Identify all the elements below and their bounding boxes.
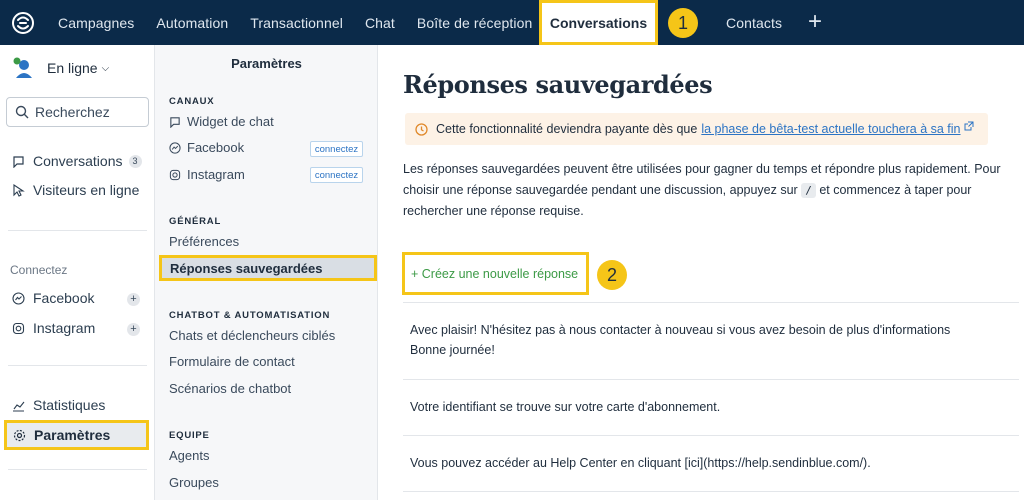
search-icon	[15, 105, 29, 119]
sidebar-item-label: Visiteurs en ligne	[33, 182, 140, 198]
sidebar-item-visitors[interactable]: Visiteurs en ligne	[12, 182, 139, 198]
section-chatbot: CHATBOT & AUTOMATISATION	[169, 310, 331, 321]
saved-reply-item[interactable]: Votre identifiant se trouve sur votre ca…	[410, 397, 720, 417]
page-title: Réponses sauvegardées	[403, 70, 713, 99]
nav-campagnes[interactable]: Campagnes	[46, 0, 145, 45]
sidebar-item-conversations[interactable]: Conversations 3	[12, 153, 142, 169]
agent-avatar-icon	[13, 57, 35, 79]
sidebar-item-label: Facebook	[33, 290, 95, 306]
slash-shortcut-key: /	[801, 183, 816, 198]
sidebar-item-label: Paramètres	[34, 427, 111, 443]
search-input[interactable]: Recherchez	[6, 97, 149, 127]
external-link-icon[interactable]	[964, 121, 974, 131]
gear-icon	[13, 429, 26, 441]
settings-item-label: Facebook	[187, 140, 245, 155]
connect-facebook-button[interactable]: connectez	[310, 141, 363, 157]
nav-conversations[interactable]: Conversations	[539, 0, 658, 45]
divider	[8, 365, 147, 366]
clock-icon	[415, 122, 428, 136]
settings-item-label: Widget de chat	[187, 114, 274, 129]
conversations-count-badge: 3	[128, 154, 142, 168]
sidebar-item-label: Statistiques	[33, 397, 106, 413]
create-reply-button[interactable]: + Créez une nouvelle réponse	[402, 252, 589, 295]
settings-item-label: Instagram	[187, 167, 245, 182]
status-label: En ligne	[47, 60, 98, 76]
beta-phase-link[interactable]: la phase de bêta-test actuelle touchera …	[701, 122, 960, 136]
chart-line-icon	[13, 401, 25, 412]
settings-item-facebook[interactable]: Facebook	[169, 140, 244, 155]
saved-reply-item[interactable]: Avec plaisir! N'hésitez pas à nous conta…	[410, 320, 950, 360]
search-placeholder: Recherchez	[35, 104, 110, 120]
settings-item-chats-triggers[interactable]: Chats et déclencheurs ciblés	[169, 328, 335, 343]
sidebar-item-label: Instagram	[33, 320, 96, 336]
settings-item-widget[interactable]: Widget de chat	[169, 114, 274, 129]
beta-notice: Cette fonctionnalité deviendra payante d…	[405, 113, 988, 145]
section-general: GÉNÉRAL	[169, 216, 222, 227]
settings-panel: Paramètres CANAUX Widget de chat Faceboo…	[155, 45, 378, 500]
section-channels: CANAUX	[169, 96, 215, 107]
settings-item-chatbot-scenarios[interactable]: Scénarios de chatbot	[169, 381, 291, 396]
saved-reply-text: Avec plaisir! N'hésitez pas à nous conta…	[410, 323, 951, 337]
sidebar-item-settings[interactable]: Paramètres	[4, 420, 149, 450]
add-instagram-icon[interactable]: +	[127, 323, 140, 336]
nav-chat[interactable]: Chat	[354, 0, 406, 45]
settings-item-groups[interactable]: Groupes	[169, 475, 219, 490]
divider	[403, 379, 1019, 380]
divider	[403, 435, 1019, 436]
nav-inbox[interactable]: Boîte de réception	[406, 0, 543, 45]
cursor-icon	[13, 183, 25, 197]
divider	[8, 469, 147, 470]
sidebar-item-label: Conversations	[33, 153, 123, 169]
step-marker-2: 2	[597, 260, 627, 290]
notice-text: Cette fonctionnalité deviendra payante d…	[436, 122, 698, 136]
top-nav: Campagnes Automation Transactionnel Chat…	[0, 0, 1024, 45]
add-facebook-icon[interactable]: +	[127, 293, 140, 306]
messenger-icon	[169, 141, 181, 154]
chevron-down-icon: ⌵	[101, 62, 110, 74]
connect-section-label: Connectez	[10, 263, 68, 277]
saved-reply-text: Bonne journée!	[410, 343, 495, 357]
main-content: Réponses sauvegardées Cette fonctionnali…	[379, 45, 1024, 500]
online-status[interactable]: En ligne ⌵	[13, 57, 109, 79]
settings-item-instagram[interactable]: Instagram	[169, 167, 245, 182]
divider	[403, 302, 1019, 303]
nav-contacts[interactable]: Contacts	[715, 0, 793, 45]
connect-instagram-button[interactable]: connectez	[310, 167, 363, 183]
settings-item-preferences[interactable]: Préférences	[169, 234, 239, 249]
sidebar-item-statistics[interactable]: Statistiques	[12, 397, 105, 413]
divider	[8, 230, 147, 231]
settings-item-agents[interactable]: Agents	[169, 448, 209, 463]
section-team: EQUIPE	[169, 430, 210, 441]
settings-item-saved-replies[interactable]: Réponses sauvegardées	[159, 255, 377, 281]
step-marker-1: 1	[668, 8, 698, 38]
panel-title: Paramètres	[231, 56, 302, 71]
saved-replies-description: Les réponses sauvegardées peuvent être u…	[403, 159, 1015, 222]
sidebar-item-instagram[interactable]: Instagram	[12, 320, 95, 336]
chat-bubble-icon	[13, 155, 24, 168]
divider	[403, 491, 1019, 492]
nav-transactionnel[interactable]: Transactionnel	[239, 0, 354, 45]
instagram-icon	[169, 169, 181, 180]
messenger-icon	[12, 291, 25, 305]
settings-item-contact-form[interactable]: Formulaire de contact	[169, 354, 295, 369]
nav-automation[interactable]: Automation	[145, 0, 239, 45]
chat-bubble-icon	[170, 116, 180, 128]
instagram-icon	[12, 322, 25, 334]
saved-reply-item[interactable]: Vous pouvez accéder au Help Center en cl…	[410, 453, 871, 473]
sendinblue-logo-icon[interactable]	[0, 0, 46, 45]
add-icon[interactable]: +	[804, 10, 826, 34]
sidebar-item-facebook[interactable]: Facebook	[12, 290, 94, 306]
